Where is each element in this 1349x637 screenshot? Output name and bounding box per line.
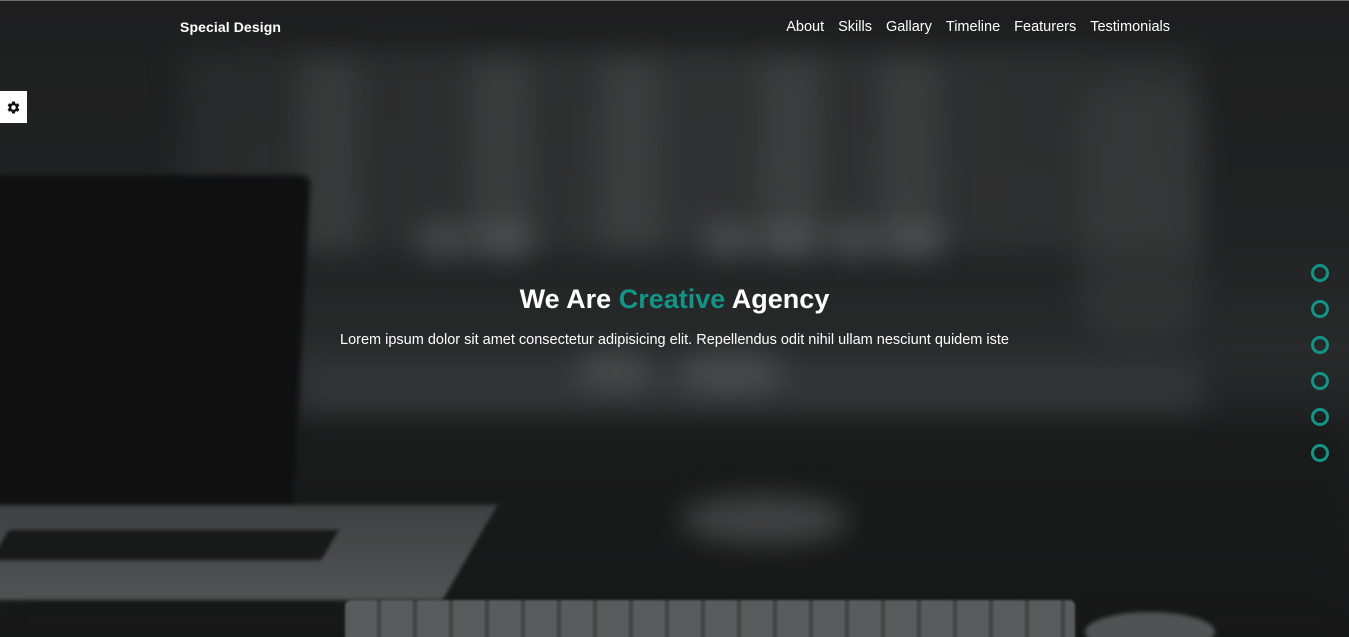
nav-item-about: About <box>786 18 824 36</box>
nav-link-testimonials[interactable]: Testimonials <box>1090 19 1170 35</box>
hero-title-accent: Creative <box>618 284 726 314</box>
nav-link-timeline[interactable]: Timeline <box>946 19 1000 35</box>
nav-link-gallary[interactable]: Gallary <box>886 19 932 35</box>
nav-item-featurers: Featurers <box>1014 18 1076 36</box>
nav-bullet[interactable] <box>1311 444 1329 462</box>
nav-bullet[interactable] <box>1311 372 1329 390</box>
nav-link-about[interactable]: About <box>786 19 824 35</box>
nav-bullet[interactable] <box>1311 408 1329 426</box>
nav-item-testimonials: Testimonials <box>1090 18 1170 36</box>
settings-toggle-button[interactable] <box>0 91 27 123</box>
navbar: Special Design About Skills Gallary Time… <box>180 14 1170 40</box>
top-border <box>0 0 1349 1</box>
nav-link-skills[interactable]: Skills <box>838 19 872 35</box>
hero-title-suffix: Agency <box>731 284 830 314</box>
intro-section: We Are Creative Agency Lorem ipsum dolor… <box>0 280 1349 348</box>
logo[interactable]: Special Design <box>180 19 281 35</box>
nav-bullet[interactable] <box>1311 300 1329 318</box>
nav-links: About Skills Gallary Timeline Featurers … <box>786 18 1170 36</box>
nav-bullet[interactable] <box>1311 336 1329 354</box>
landing-hero: Special Design About Skills Gallary Time… <box>0 0 1349 637</box>
hero-title-prefix: We Are <box>519 284 612 314</box>
hero-title: We Are Creative Agency <box>0 280 1349 318</box>
nav-bullet[interactable] <box>1311 264 1329 282</box>
gear-icon <box>7 100 20 113</box>
nav-item-gallary: Gallary <box>886 18 932 36</box>
nav-link-featurers[interactable]: Featurers <box>1014 19 1076 35</box>
nav-item-skills: Skills <box>838 18 872 36</box>
nav-item-timeline: Timeline <box>946 18 1000 36</box>
nav-bullets <box>1311 264 1329 480</box>
hero-description: Lorem ipsum dolor sit amet consectetur a… <box>340 332 1009 348</box>
